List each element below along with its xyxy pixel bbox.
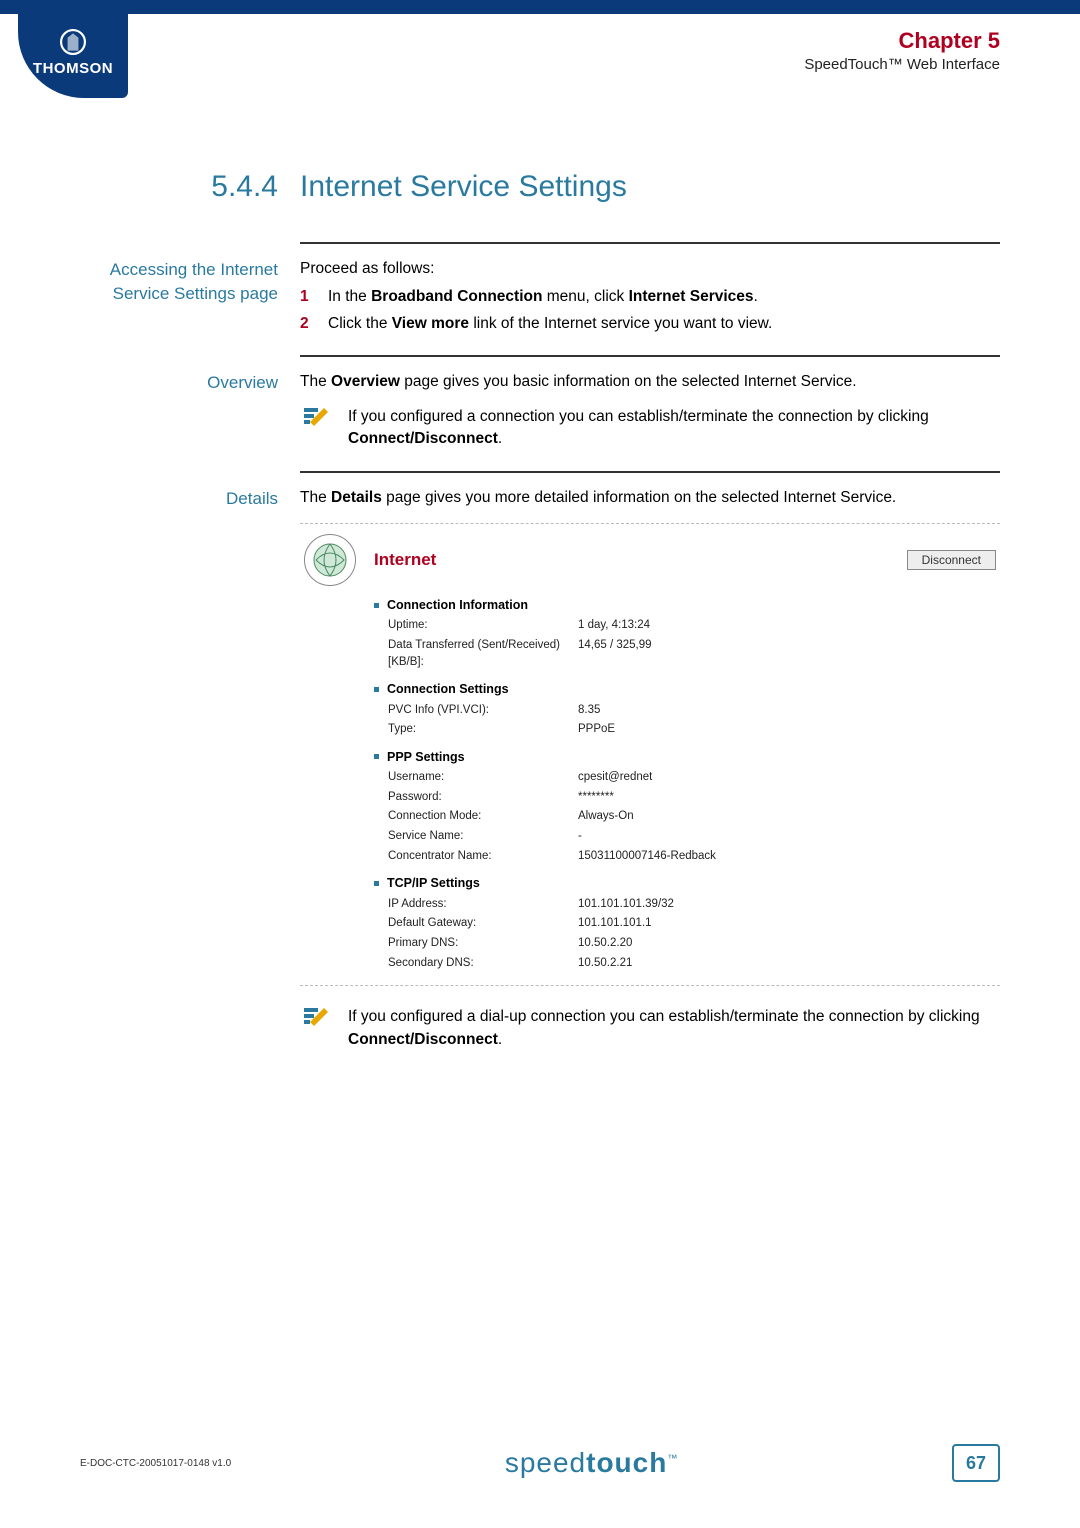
panel-title: Internet	[374, 548, 889, 573]
kv-row: Service Name:-	[388, 828, 996, 845]
overview-note: If you configured a connection you can e…	[300, 404, 1000, 451]
step-text: Click the View more link of the Internet…	[328, 313, 1000, 335]
kv-row: Type:PPPoE	[388, 721, 996, 738]
kv-row: Secondary DNS:10.50.2.21	[388, 955, 996, 972]
group-connection-settings: Connection Settings	[374, 680, 996, 698]
details-note: If you configured a dial-up connection y…	[300, 1004, 1000, 1051]
step-1: 1 In the Broadband Connection menu, clic…	[300, 286, 1000, 308]
thomson-logo: THOMSON	[18, 14, 128, 98]
accessing-label: Accessing the Internet Service Settings …	[80, 258, 300, 335]
kv-row: Password:********	[388, 789, 996, 806]
chapter-label: Chapter 5	[804, 28, 1000, 54]
note-icon	[300, 404, 330, 428]
top-band	[0, 0, 1080, 14]
details-text: The Details page gives you more detailed…	[300, 487, 1000, 509]
logo-mark-icon	[60, 29, 86, 60]
header-right: Chapter 5 SpeedTouch™ Web Interface	[804, 28, 1000, 73]
steps-intro: Proceed as follows:	[300, 258, 1000, 280]
kv-row: Uptime:1 day, 4:13:24	[388, 617, 996, 634]
kv-row: Connection Mode:Always-On	[388, 808, 996, 825]
kv-row: PVC Info (VPI.VCI):8.35	[388, 702, 996, 719]
kv-row: IP Address:101.101.101.39/32	[388, 896, 996, 913]
step-number: 2	[300, 313, 328, 335]
disconnect-button[interactable]: Disconnect	[907, 550, 996, 570]
internet-panel: Internet Disconnect Connection Informati…	[300, 523, 1000, 986]
doc-id: E-DOC-CTC-20051017-0148 v1.0	[80, 1458, 231, 1469]
step-text: In the Broadband Connection menu, click …	[328, 286, 1000, 308]
note-icon	[300, 1004, 330, 1028]
page-footer: E-DOC-CTC-20051017-0148 v1.0 speedtouch™…	[80, 1444, 1000, 1482]
step-number: 1	[300, 286, 328, 308]
group-tcpip-settings: TCP/IP Settings	[374, 874, 996, 892]
section-title: Internet Service Settings	[300, 170, 627, 204]
section-number: 5.4.4	[80, 170, 300, 204]
overview-text: The Overview page gives you basic inform…	[300, 371, 1000, 393]
kv-row: Default Gateway:101.101.101.1	[388, 915, 996, 932]
group-ppp-settings: PPP Settings	[374, 748, 996, 766]
kv-row: Primary DNS:10.50.2.20	[388, 935, 996, 952]
step-2: 2 Click the View more link of the Intern…	[300, 313, 1000, 335]
overview-label: Overview	[80, 371, 300, 450]
page-number: 67	[952, 1444, 1000, 1482]
group-connection-info: Connection Information	[374, 596, 996, 614]
kv-row: Username:cpesit@rednet	[388, 769, 996, 786]
kv-row: Concentrator Name:15031100007146-Redback	[388, 848, 996, 865]
brand-wordmark: speedtouch™	[505, 1447, 679, 1479]
globe-icon	[304, 534, 356, 586]
kv-row: Data Transferred (Sent/Received) [KB/B]:…	[388, 637, 996, 670]
section-heading: 5.4.4 Internet Service Settings	[80, 170, 1000, 204]
logo-text: THOMSON	[33, 60, 113, 77]
chapter-subtitle: SpeedTouch™ Web Interface	[804, 56, 1000, 73]
details-label: Details	[80, 487, 300, 1051]
